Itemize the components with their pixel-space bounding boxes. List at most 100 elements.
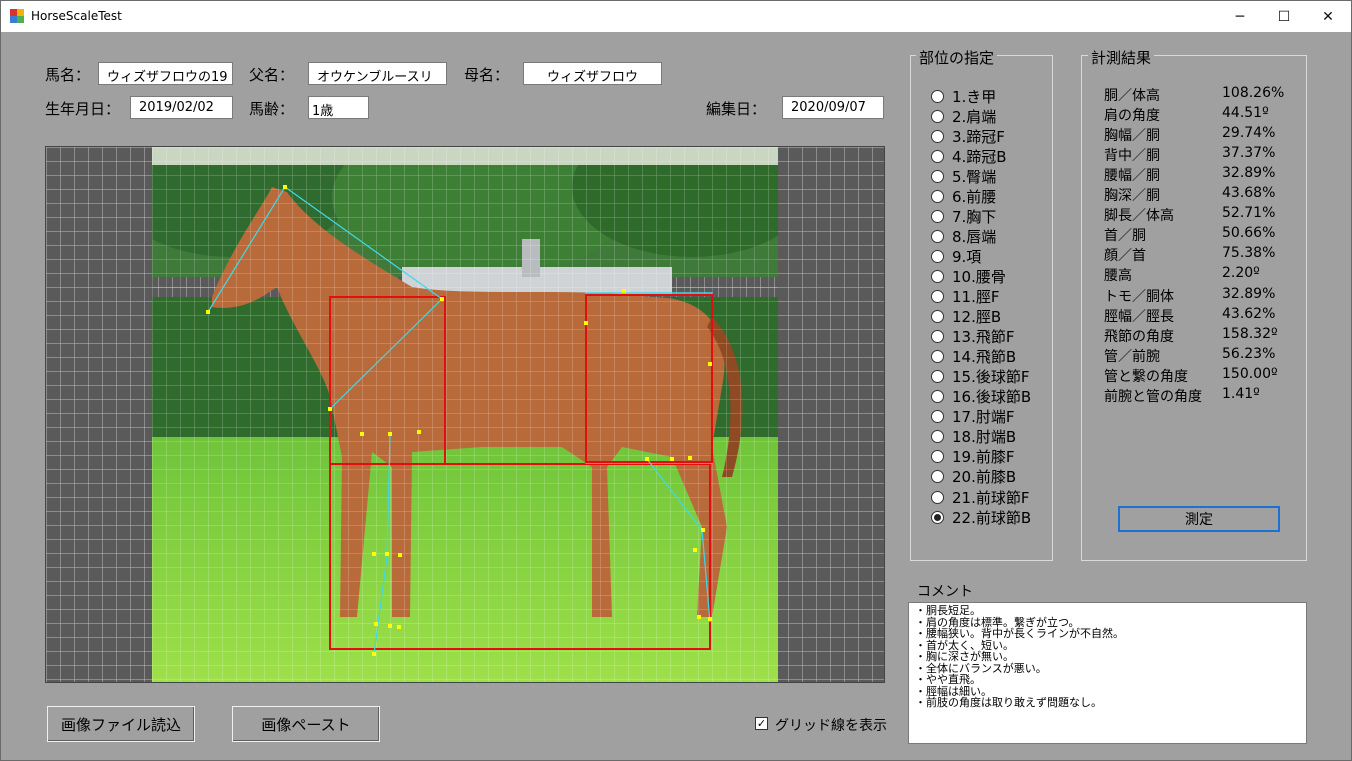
- part-radio-label: 14.飛節B: [952, 348, 1017, 367]
- radio-icon[interactable]: [931, 189, 944, 203]
- part-radio-item[interactable]: 6.前腰: [931, 186, 996, 206]
- grid-checkbox-label[interactable]: グリッド線を表示: [775, 715, 887, 735]
- result-value: 43.68%: [1222, 185, 1276, 202]
- part-radio-item[interactable]: 15.後球節F: [931, 367, 1029, 387]
- result-value: 29.74%: [1222, 125, 1276, 142]
- part-radio-item[interactable]: 8.唇端: [931, 226, 996, 246]
- comment-textarea[interactable]: ・胴長短足。 ・肩の角度は標準。繋ぎが立つ。 ・腰幅狭い。背中が長くラインが不自然。…: [908, 602, 1307, 744]
- comment-line: ・腰幅狭い。背中が長くラインが不自然。: [915, 627, 1124, 640]
- result-value: 44.51º: [1222, 105, 1269, 122]
- part-radio-label: 19.前膝F: [952, 448, 1015, 467]
- result-row: 胴／体高 108.26%: [1104, 85, 1304, 105]
- part-radio-item[interactable]: 9.項: [931, 246, 981, 266]
- result-row: トモ／胴体 32.89%: [1104, 286, 1304, 306]
- window-title: HorseScaleTest: [31, 9, 122, 23]
- radio-icon[interactable]: [931, 310, 944, 324]
- part-radio-item[interactable]: 2.肩端: [931, 106, 996, 126]
- result-row: 管／前腕 56.23%: [1104, 346, 1304, 366]
- part-radio-label: 20.前膝B: [952, 468, 1017, 487]
- radio-icon[interactable]: [931, 330, 944, 344]
- radio-icon[interactable]: [931, 490, 944, 504]
- radio-icon[interactable]: [931, 209, 944, 223]
- part-radio-item[interactable]: 19.前膝F: [931, 447, 1014, 467]
- part-radio-label: 16.後球節B: [952, 388, 1032, 407]
- result-label: 管／前腕: [1104, 348, 1160, 365]
- part-radio-label: 2.肩端: [952, 107, 997, 126]
- result-label: 首／胴: [1104, 228, 1146, 245]
- result-row: 胸深／胴 43.68%: [1104, 185, 1304, 205]
- result-label: 胴／体高: [1104, 88, 1160, 104]
- radio-icon[interactable]: [931, 290, 944, 303]
- result-value: 158.32º: [1222, 325, 1278, 342]
- part-radio-label: 8.唇端: [952, 227, 997, 246]
- dam-field[interactable]: ウィズザフロウ: [523, 62, 662, 85]
- result-row: 前腕と管の角度 1.41º: [1104, 386, 1304, 406]
- result-row: 脛幅／脛長 43.62%: [1104, 306, 1304, 326]
- radio-icon[interactable]: [931, 370, 944, 384]
- part-radio-item[interactable]: 1.き甲: [931, 86, 996, 106]
- radio-icon[interactable]: [931, 129, 944, 143]
- result-row: 腰高 2.20º: [1104, 265, 1304, 285]
- part-radio-item[interactable]: 20.前膝B: [931, 467, 1016, 487]
- load-image-button[interactable]: 画像ファイル読込: [47, 706, 195, 742]
- radio-icon[interactable]: [931, 510, 944, 524]
- paste-image-button[interactable]: 画像ペースト: [232, 706, 380, 742]
- horse-name-label: 馬名：: [45, 66, 91, 84]
- part-radio-item[interactable]: 18.肘端B: [931, 427, 1016, 447]
- part-radio-label: 12.脛B: [952, 308, 1002, 327]
- radio-icon[interactable]: [931, 89, 944, 103]
- close-button[interactable]: ✕: [1305, 1, 1351, 32]
- dam-label: 母名：: [464, 66, 510, 84]
- age-field[interactable]: 1歳: [308, 96, 369, 119]
- part-radio-label: 4.蹄冠B: [952, 147, 1007, 166]
- result-value: 37.37%: [1222, 145, 1276, 162]
- part-radio-item[interactable]: 11.脛F: [931, 287, 999, 307]
- edit-date-field[interactable]: 2020/09/07: [782, 96, 884, 119]
- radio-icon[interactable]: [931, 430, 944, 444]
- part-radio-label: 15.後球節F: [952, 368, 1030, 387]
- part-radio-label: 9.項: [952, 247, 982, 266]
- result-label: 腰幅／胴: [1104, 168, 1160, 185]
- birthdate-field[interactable]: 2019/02/02: [130, 96, 233, 119]
- part-radio-item[interactable]: 3.蹄冠F: [931, 126, 1005, 146]
- radio-icon[interactable]: [931, 109, 944, 123]
- minimize-button[interactable]: ─: [1217, 1, 1263, 32]
- sire-field[interactable]: オウケンブルースリ: [308, 62, 447, 85]
- radio-icon[interactable]: [931, 249, 944, 263]
- radio-icon[interactable]: [931, 390, 944, 404]
- part-radio-item[interactable]: 17.肘端F: [931, 407, 1014, 427]
- part-radio-item[interactable]: 22.前球節B: [931, 507, 1031, 527]
- part-radio-item[interactable]: 13.飛節F: [931, 327, 1014, 347]
- radio-icon[interactable]: [931, 410, 944, 424]
- part-radio-label: 18.肘端B: [952, 428, 1017, 447]
- comment-line: ・胸に深さが無い。: [915, 650, 1014, 663]
- part-radio-item[interactable]: 16.後球節B: [931, 387, 1031, 407]
- radio-icon[interactable]: [931, 350, 944, 364]
- part-radio-label: 3.蹄冠F: [952, 127, 1005, 146]
- part-radio-item[interactable]: 12.脛B: [931, 307, 1001, 327]
- radio-icon[interactable]: [931, 229, 944, 243]
- sire-label: 父名：: [249, 66, 295, 84]
- result-row: 背中／胴 37.37%: [1104, 145, 1304, 165]
- part-radio-item[interactable]: 21.前球節F: [931, 487, 1029, 507]
- result-label: トモ／胴体: [1104, 288, 1174, 305]
- radio-icon[interactable]: [931, 149, 944, 163]
- radio-icon[interactable]: [931, 450, 944, 464]
- part-radio-item[interactable]: 14.飛節B: [931, 347, 1016, 367]
- radio-icon[interactable]: [931, 269, 944, 283]
- part-radio-item[interactable]: 4.蹄冠B: [931, 146, 1007, 166]
- result-row: 肩の角度 44.51º: [1104, 105, 1304, 125]
- comment-line: ・やや直飛。: [915, 673, 981, 686]
- maximize-button[interactable]: ☐: [1261, 1, 1307, 32]
- horse-name-field[interactable]: ウィズザフロウの19: [98, 62, 233, 85]
- measure-button[interactable]: 測定: [1118, 506, 1280, 532]
- image-canvas[interactable]: [45, 146, 885, 683]
- radio-icon[interactable]: [931, 470, 944, 484]
- part-radio-item[interactable]: 5.臀端: [931, 166, 996, 186]
- app-icon: [10, 9, 24, 23]
- part-radio-item[interactable]: 7.胸下: [931, 206, 996, 226]
- part-radio-item[interactable]: 10.腰骨: [931, 266, 1006, 286]
- result-label: 管と繋の角度: [1104, 368, 1188, 385]
- grid-checkbox[interactable]: ✓: [755, 717, 768, 730]
- radio-icon[interactable]: [931, 169, 944, 183]
